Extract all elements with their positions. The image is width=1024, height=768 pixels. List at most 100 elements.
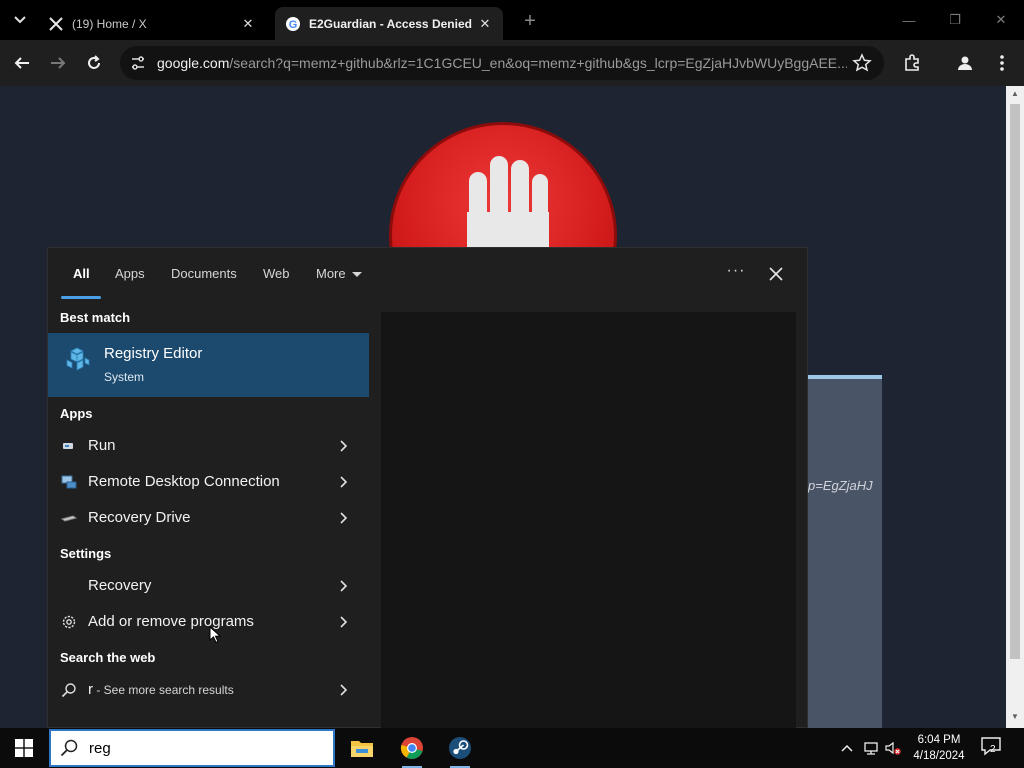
extensions-button[interactable] [899, 50, 925, 76]
chevron-down-icon [14, 16, 26, 24]
scroll-up-icon[interactable]: ▲ [1010, 89, 1020, 101]
reload-button[interactable] [81, 50, 107, 76]
best-match-title: Registry Editor [104, 345, 203, 362]
tab-web[interactable]: Web [263, 266, 290, 281]
registry-editor-icon [63, 346, 91, 374]
windows-logo-icon [15, 739, 33, 757]
tab-documents[interactable]: Documents [171, 266, 237, 281]
profile-icon [958, 56, 972, 70]
search-icon [60, 681, 78, 699]
system-tray [835, 728, 905, 768]
url-domain: google.com [157, 55, 230, 71]
browser-tab-x[interactable]: (19) Home / X ✕ [38, 7, 266, 40]
scroll-down-icon[interactable]: ▼ [1010, 712, 1020, 724]
page-scrollbar[interactable]: ▲ ▼ [1006, 86, 1024, 728]
reload-icon [88, 55, 100, 69]
restore-button[interactable]: ❐ [940, 10, 970, 30]
network-icon[interactable] [863, 740, 879, 756]
tab-title: (19) Home / X [72, 16, 147, 31]
run-icon [60, 437, 78, 455]
arrow-left-icon [14, 57, 29, 69]
url-path: /search?q=memz+github&rlz=1C1GCEU_en&oq=… [229, 55, 847, 71]
bookmark-star-icon[interactable] [852, 53, 872, 73]
close-icon [769, 267, 783, 281]
chevron-right-icon[interactable] [336, 439, 350, 453]
address-bar[interactable]: google.com/search?q=memz+github&rlz=1C1G… [120, 46, 884, 80]
chevron-up-icon[interactable] [839, 740, 855, 756]
search-filter-tabs: All Apps Documents Web More ··· [48, 248, 809, 300]
windows-search-panel: All Apps Documents Web More ··· Best mat… [47, 247, 809, 729]
result-web-search[interactable]: r - See more search results [48, 673, 369, 707]
taskbar-chrome[interactable] [396, 732, 428, 768]
search-results-list: Best match Registry Editor System Apps R… [48, 302, 369, 728]
back-button[interactable] [9, 50, 35, 76]
result-recovery[interactable]: Recovery [48, 569, 369, 603]
scrollbar-thumb[interactable] [1010, 104, 1020, 659]
tab-more-label: More [316, 266, 346, 281]
tab-apps[interactable]: Apps [115, 266, 145, 281]
start-button[interactable] [0, 728, 48, 768]
profile-button[interactable] [952, 50, 978, 76]
more-options-button[interactable]: ··· [724, 262, 748, 286]
result-label: Add or remove programs [88, 613, 254, 630]
chevron-right-icon[interactable] [336, 579, 350, 593]
svg-text:G: G [289, 19, 298, 31]
result-label: r - See more search results [88, 681, 234, 698]
steam-icon [449, 737, 471, 759]
taskbar-clock[interactable]: 6:04 PM 4/18/2024 [906, 732, 972, 764]
result-label: Recovery Drive [88, 509, 191, 526]
search-input[interactable] [89, 739, 319, 757]
settings-heading: Settings [60, 546, 112, 561]
caret-down-icon [351, 272, 362, 278]
taskbar-steam[interactable] [444, 732, 476, 768]
best-match-registry-editor[interactable]: Registry Editor System [48, 333, 369, 397]
close-window-button[interactable]: ✕ [986, 10, 1016, 30]
chevron-right-icon[interactable] [336, 511, 350, 525]
best-match-subtitle: System [104, 370, 145, 384]
result-label: Run [88, 437, 116, 454]
minimize-button[interactable]: — [894, 10, 924, 30]
close-tab-icon[interactable]: ✕ [477, 16, 493, 32]
gear-icon [60, 613, 78, 631]
taskbar: 6:04 PM 4/18/2024 2 [0, 728, 1024, 768]
chevron-right-icon[interactable] [336, 683, 350, 697]
notification-count: 2 [990, 744, 996, 755]
x-logo-icon [48, 16, 64, 32]
close-tab-icon[interactable]: ✕ [240, 16, 256, 32]
selected-tab-indicator [61, 296, 101, 299]
tab-title: E2Guardian - Access Denied [309, 16, 472, 31]
puzzle-icon [905, 54, 919, 71]
address-url[interactable]: google.com/search?q=memz+github&rlz=1C1G… [157, 55, 847, 71]
result-run[interactable]: Run [48, 429, 369, 463]
result-preview-pane [381, 312, 796, 729]
browser-menu-button[interactable] [989, 50, 1015, 76]
tab-more[interactable]: More [316, 266, 362, 281]
tab-search-button[interactable] [8, 10, 32, 30]
tab-all[interactable]: All [73, 266, 90, 281]
blocked-url-text: p=EgZjaHJ [808, 478, 873, 493]
web-query-suffix: - See more search results [93, 683, 234, 697]
mouse-cursor-icon [209, 626, 221, 644]
taskbar-search-box[interactable] [49, 729, 335, 767]
search-web-heading: Search the web [60, 650, 156, 665]
close-search-button[interactable] [764, 262, 788, 286]
clock-time: 6:04 PM [917, 734, 961, 746]
access-denied-info-panel [808, 375, 882, 728]
result-recovery-drive[interactable]: Recovery Drive [48, 501, 369, 535]
result-remote-desktop-connection[interactable]: Remote Desktop Connection [48, 465, 369, 499]
browser-tab-e2guardian[interactable]: G E2Guardian - Access Denied ✕ [275, 7, 503, 40]
google-logo-icon: G [285, 16, 301, 32]
chevron-right-icon[interactable] [336, 615, 350, 629]
forward-button[interactable] [45, 50, 71, 76]
browser-tab-strip: (19) Home / X ✕ G E2Guardian - Access De… [0, 0, 1024, 40]
chevron-right-icon[interactable] [336, 475, 350, 489]
remote-desktop-icon [60, 473, 78, 491]
taskbar-file-explorer[interactable] [346, 732, 378, 764]
search-icon [60, 739, 78, 757]
site-info-icon[interactable] [126, 51, 150, 75]
apps-heading: Apps [60, 406, 93, 421]
file-explorer-icon [351, 741, 373, 757]
volume-muted-icon[interactable] [885, 740, 901, 756]
new-tab-button[interactable]: + [518, 10, 542, 32]
notification-center-button[interactable]: 2 [980, 736, 1006, 760]
